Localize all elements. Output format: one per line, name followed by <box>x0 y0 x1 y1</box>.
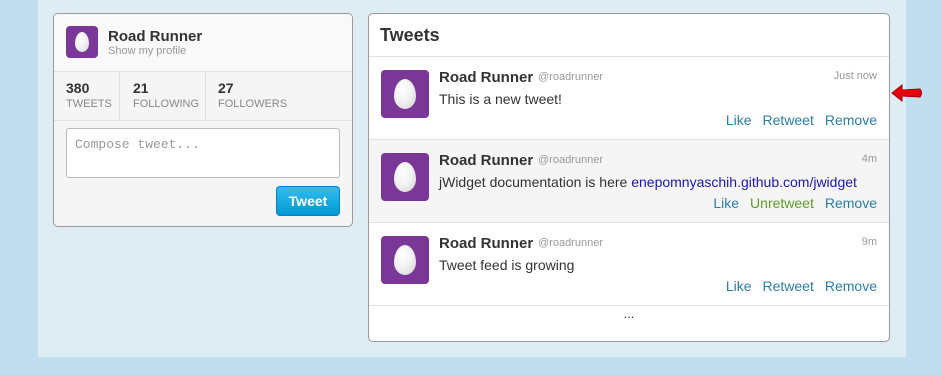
retweet-button[interactable]: Retweet <box>763 278 814 294</box>
tweet-text: This is a new tweet! <box>439 91 562 107</box>
profile-stats: 380 Tweets 21 Following 27 Followers <box>54 72 352 121</box>
stat-label: Followers <box>218 98 288 110</box>
profile-name: Road Runner <box>108 28 203 45</box>
tweet-text-body: jWidget documentation is here <box>439 174 632 190</box>
tweet-actions: Like Retweet Remove <box>726 112 877 128</box>
tweet-item: Road Runner @roadrunner Just now This is… <box>369 57 889 140</box>
compose-tweet-input[interactable] <box>66 128 340 178</box>
tweet-author-name[interactable]: Road Runner <box>439 235 533 252</box>
stat-label: Tweets <box>66 98 112 110</box>
tweet-item: Road Runner @roadrunner 9m Tweet feed is… <box>369 223 889 306</box>
remove-button[interactable]: Remove <box>825 112 877 128</box>
tweet-actions: Like Retweet Remove <box>726 278 877 294</box>
tweets-title: Tweets <box>369 14 889 57</box>
profile-avatar-icon[interactable] <box>66 26 98 58</box>
retweet-button[interactable]: Retweet <box>763 112 814 128</box>
tweet-text: Tweet feed is growing <box>439 257 574 273</box>
tweet-author-handle: @roadrunner <box>538 237 603 249</box>
tweet-actions: Like Unretweet Remove <box>713 195 877 211</box>
stat-count: 380 <box>66 80 90 96</box>
profile-header: Road Runner Show my profile <box>54 14 352 72</box>
unretweet-button[interactable]: Unretweet <box>750 195 814 211</box>
tweet-avatar-icon[interactable] <box>381 236 429 284</box>
stat-label: Following <box>133 98 200 110</box>
tweet-author-handle: @roadrunner <box>538 71 603 83</box>
like-button[interactable]: Like <box>726 278 752 294</box>
load-more-button[interactable]: ... <box>369 306 889 321</box>
tweet-text: jWidget documentation is here enepomnyas… <box>439 174 857 190</box>
tweet-link[interactable]: enepomnyaschih.github.com/jwidget <box>631 174 857 190</box>
tweet-avatar-icon[interactable] <box>381 153 429 201</box>
egg-icon <box>394 79 416 109</box>
profile-card: Road Runner Show my profile 380 Tweets 2… <box>53 13 353 227</box>
like-button[interactable]: Like <box>726 112 752 128</box>
show-profile-link[interactable]: Show my profile <box>108 45 186 57</box>
stat-followers[interactable]: 27 Followers <box>206 72 352 120</box>
tweet-author-name[interactable]: Road Runner <box>439 152 533 169</box>
stat-count: 21 <box>133 80 149 96</box>
like-button[interactable]: Like <box>713 195 739 211</box>
tweet-text-body: This is a new tweet! <box>439 91 562 107</box>
tweet-timestamp: 9m <box>861 236 877 248</box>
stat-following[interactable]: 21 Following <box>120 72 206 120</box>
tweet-avatar-icon[interactable] <box>381 70 429 118</box>
egg-icon <box>394 162 416 192</box>
stat-tweets[interactable]: 380 Tweets <box>54 72 120 120</box>
red-arrow-icon <box>891 83 922 103</box>
tweet-author-handle: @roadrunner <box>538 154 603 166</box>
egg-icon <box>75 32 89 52</box>
tweet-author-name[interactable]: Road Runner <box>439 69 533 86</box>
remove-button[interactable]: Remove <box>825 195 877 211</box>
tweets-panel: Tweets Road Runner @roadrunner Just now … <box>368 13 890 342</box>
tweet-item: Road Runner @roadrunner 4m jWidget docum… <box>369 140 889 223</box>
remove-button[interactable]: Remove <box>825 278 877 294</box>
stat-count: 27 <box>218 80 234 96</box>
egg-icon <box>394 245 416 275</box>
tweet-text-body: Tweet feed is growing <box>439 257 575 273</box>
tweet-timestamp: 4m <box>861 153 877 165</box>
tweet-timestamp: Just now <box>833 70 877 82</box>
tweet-button[interactable]: Tweet <box>276 186 340 216</box>
